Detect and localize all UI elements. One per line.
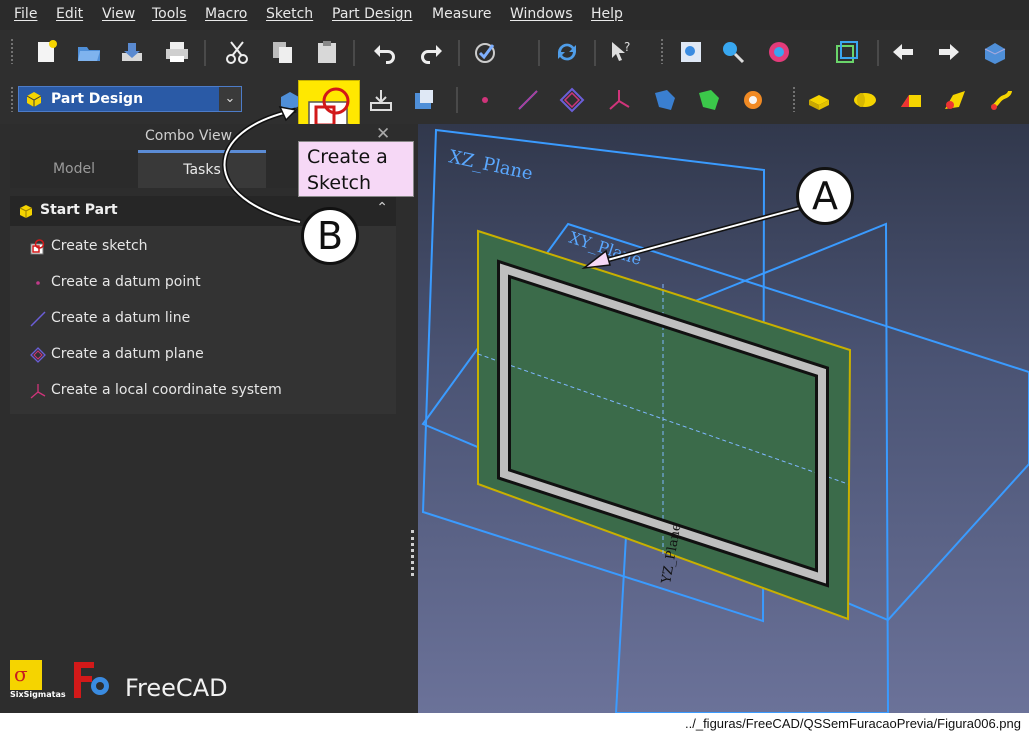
toolbar-separator [538,40,540,66]
xz-plane-label: XZ_Plane [447,146,535,184]
save-icon[interactable] [119,39,145,65]
svg-text:?: ? [624,40,630,54]
chevron-down-icon[interactable]: ⌄ [219,87,241,111]
freecad-wordmark: FreeCAD [125,674,228,702]
menu-windows[interactable]: Windows [510,6,573,22]
menu-file[interactable]: File [14,6,37,22]
menu-measure[interactable]: Measure [432,6,492,22]
import-icon[interactable] [368,87,394,113]
draw-style-icon[interactable] [766,39,792,65]
splitter-handle[interactable] [411,530,417,576]
refresh-check-icon[interactable] [473,39,499,65]
menu-sketch[interactable]: Sketch [266,6,313,22]
freecad-logo-icon [74,662,109,698]
menu-tools[interactable]: Tools [152,6,187,22]
3d-viewport[interactable]: XZ_Plane XY_Plane YZ_Plane [418,124,1029,713]
logo-sigma-glyph: σ [14,662,28,686]
callout-a: A [796,167,854,225]
datum-point-tool-icon[interactable] [472,87,498,113]
toolbar-separator [353,40,355,66]
workbench-selector[interactable]: Part Design ⌄ [18,86,242,112]
combo-view-title: Combo View [145,128,233,144]
undo-icon[interactable] [372,39,398,65]
datum-line-tool-icon[interactable] [515,87,541,113]
task-create-datum-point-label: Create a datum point [51,274,201,290]
datum-line-icon [30,311,46,327]
new-document-icon[interactable] [33,39,59,65]
toolbar-grip[interactable] [10,38,14,64]
additive-helix-icon[interactable] [988,87,1014,113]
freecad-logo [72,660,116,700]
open-folder-icon[interactable] [76,39,102,65]
fit-all-icon[interactable] [678,39,704,65]
part-design-icon [26,92,42,107]
redo-icon[interactable] [418,39,444,65]
clone-tool-icon[interactable] [740,87,766,113]
toolbar-separator [204,40,206,66]
toolbar-grip[interactable] [792,86,796,112]
task-create-local-cs-label: Create a local coordinate system [51,382,282,398]
tab-tasks[interactable]: Tasks [138,150,266,188]
additive-pipe-icon[interactable] [942,87,968,113]
clone-icon[interactable] [411,87,437,113]
task-create-datum-line-label: Create a datum line [51,310,191,326]
figure-caption: ../_figuras/FreeCAD/QSSemFuracaoPrevia/F… [685,716,1021,731]
datum-plane-tool-icon[interactable] [559,87,585,113]
toolbar-separator [458,40,460,66]
menu-macro[interactable]: Macro [205,6,247,22]
recompute-icon[interactable] [554,39,580,65]
tab-model[interactable]: Model [10,150,138,188]
tooltip-line-2: Sketch [307,172,372,194]
task-create-datum-line[interactable]: Create a datum line [30,308,390,332]
std-views-icon[interactable] [982,39,1008,65]
combo-view-panel: Combo View ✕ Model Tasks Start Part ⌃ Cr… [0,124,410,713]
tooltip-line-1: Create a [307,146,388,168]
print-icon[interactable] [164,39,190,65]
menu-part-design[interactable]: Part Design [332,6,412,22]
scene-svg: XZ_Plane XY_Plane YZ_Plane [421,128,1029,713]
task-create-datum-point[interactable]: Create a datum point [30,272,390,296]
zoom-selection-icon[interactable] [720,39,746,65]
additive-loft-icon[interactable] [898,87,924,113]
shape-binder-icon[interactable] [652,87,678,113]
workbench-selected-label: Part Design [51,91,144,107]
menu-edit[interactable]: Edit [56,6,83,22]
pad-icon[interactable] [806,87,832,113]
local-cs-icon [30,384,46,399]
task-create-datum-plane[interactable]: Create a datum plane [30,344,390,368]
callout-b: B [301,207,359,265]
bounding-box-icon[interactable] [834,39,860,65]
toolbar-separator [594,40,596,66]
sketch-icon [30,239,45,255]
task-create-sketch-label: Create sketch [51,238,148,254]
datum-plane-icon [30,347,46,363]
chevron-up-icon[interactable]: ⌃ [376,200,388,216]
paste-icon[interactable] [314,39,340,65]
task-create-datum-plane-label: Create a datum plane [51,346,204,362]
menu-view[interactable]: View [102,6,135,22]
logo-text: SixSigmatas [10,690,66,699]
freecad-window: File Edit View Tools Macro Sketch Part D… [0,0,1029,713]
arrow-right-icon[interactable] [936,39,962,65]
cut-icon[interactable] [224,39,250,65]
subshape-binder-icon[interactable] [696,87,722,113]
revolution-icon[interactable] [852,87,878,113]
toolbar-file: ? [0,30,1029,76]
toolbar-separator [877,40,879,66]
local-cs-tool-icon[interactable] [606,87,632,113]
arrow-left-icon[interactable] [890,39,916,65]
task-panel-title: Start Part [40,202,118,218]
whats-this-icon[interactable]: ? [608,39,634,65]
toolbar-grip[interactable] [660,38,664,64]
toolbar-grip[interactable] [10,86,14,112]
create-sketch-tooltip: Create a Sketch [298,141,414,197]
copy-icon[interactable] [270,39,296,65]
start-part-icon [19,205,33,218]
menu-bar: File Edit View Tools Macro Sketch Part D… [0,0,1029,30]
toolbar-separator [456,87,458,113]
datum-point-icon [36,281,40,285]
task-create-local-cs[interactable]: Create a local coordinate system [30,380,390,404]
menu-help[interactable]: Help [591,6,623,22]
sixsigmatas-logo: σ SixSigmatas [10,660,66,704]
